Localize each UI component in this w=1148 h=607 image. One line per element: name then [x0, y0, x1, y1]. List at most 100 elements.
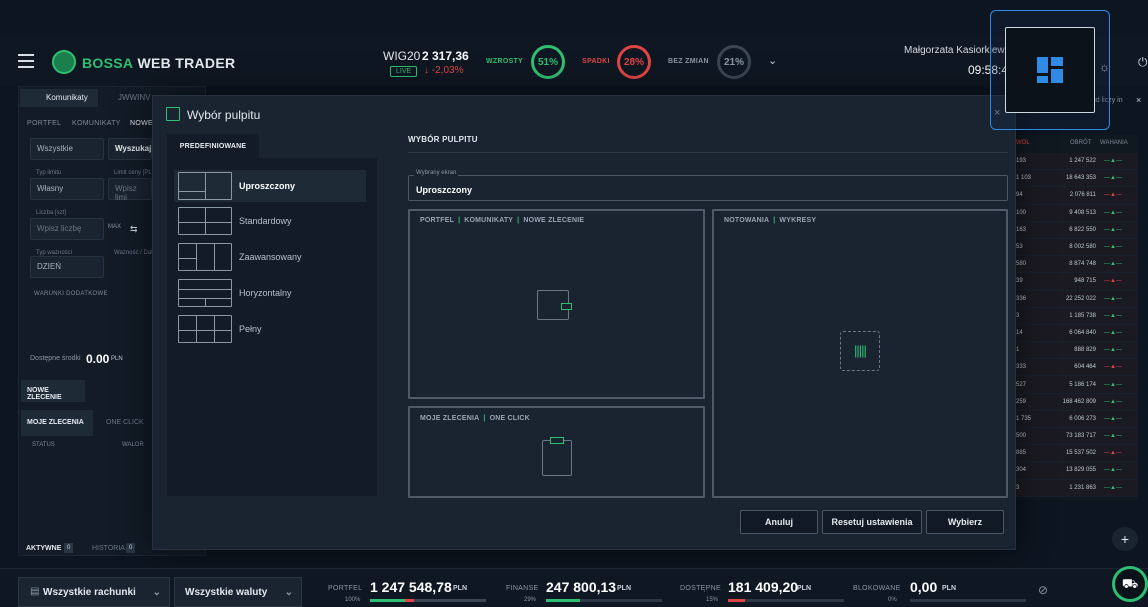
layout-standard-thumb — [178, 207, 232, 235]
layout-option-label: Horyzontalny — [239, 288, 292, 298]
falls-label: SPADKI — [582, 58, 610, 65]
range-icon: —▲— — [1104, 295, 1122, 302]
add-icon[interactable]: + — [1112, 527, 1138, 551]
quotes-rows: 193 1 247 522 —▲— 1 103 18 643 353 —▲— 94 2 076… — [1012, 153, 1138, 497]
quote-row[interactable]: 1 888 829 —▲— — [1012, 342, 1138, 360]
range-icon: —▲— — [1104, 467, 1122, 474]
active-tab[interactable]: AKTYWNE — [26, 545, 61, 552]
selected-screen-field[interactable] — [408, 175, 1008, 201]
range-icon: —▲— — [1104, 226, 1122, 233]
slot1-label: PORTFEL | KOMUNIKATY | NOWE ZLECENIE — [420, 217, 585, 224]
quote-row[interactable]: 336 22 252 022 —▲— — [1012, 290, 1138, 308]
tab-predefined[interactable]: PREDEFINIOWANE — [167, 134, 259, 158]
one-click-tab[interactable]: ONE CLICK — [106, 419, 144, 426]
cart-icon[interactable]: ⛟ — [1112, 566, 1148, 602]
range-icon: —▲— — [1104, 244, 1122, 251]
currencies-select[interactable]: Wszystkie waluty ⌄ — [174, 577, 302, 607]
volume-column[interactable]: WOL — [1016, 140, 1030, 146]
quote-row[interactable]: 580 8 874 748 —▲— — [1012, 256, 1138, 274]
quote-row[interactable]: 14 6 064 840 —▲— — [1012, 324, 1138, 343]
swap-icon[interactable]: ⇆ — [130, 224, 138, 235]
turnover-column[interactable]: OBRÓT — [1070, 140, 1091, 146]
quote-row[interactable]: 527 5 186 174 —▲— — [1012, 376, 1138, 394]
index-name: WIG20 — [383, 49, 421, 63]
hide-eye-icon[interactable]: ⊘ — [1038, 583, 1048, 597]
tab-instrument[interactable]: JWWINV — [118, 93, 150, 102]
layout-option-horizontal[interactable]: Horyzontalny — [174, 277, 366, 309]
limit-input[interactable]: Wpisz limi — [108, 178, 152, 202]
index-value: 2 317,36 — [422, 49, 469, 63]
blocked-bar — [910, 599, 1026, 602]
filter-select[interactable]: Wszystkie — [30, 138, 104, 160]
quote-row[interactable]: 31 231 863 —▲— — [1012, 479, 1138, 497]
choose-button[interactable]: Wybierz — [926, 510, 1004, 534]
quote-row[interactable]: 53 8 002 580 —▲— — [1012, 238, 1138, 257]
cancel-button[interactable]: Anuluj — [740, 510, 818, 534]
new-order-tab[interactable]: NOWE ZLECENIE — [21, 380, 85, 402]
available-value: 0.00 — [86, 352, 110, 366]
available-funds-pct: 15% — [706, 597, 719, 603]
layout-option-advanced[interactable]: Zaawansowany — [174, 241, 366, 273]
quote-row[interactable]: 31 185 738 —▲— — [1012, 307, 1138, 325]
qty-input[interactable]: Wpisz liczbę — [30, 218, 104, 240]
range-icon: —▲— — [1104, 312, 1122, 319]
accounts-select[interactable]: Wszystkie rachunki ⌄ — [18, 577, 170, 607]
brand-title: BOSSA WEB TRADER — [82, 55, 236, 71]
divider — [408, 152, 1008, 153]
layout-option-simple[interactable]: Uproszczony — [174, 170, 366, 202]
my-orders-tab[interactable]: MOJE ZLECENIA — [21, 410, 93, 436]
search-button[interactable]: Wyszukaj — [108, 138, 152, 160]
blocked-label: BLOKOWANE — [853, 585, 901, 592]
type-select[interactable]: Własny — [30, 178, 104, 200]
quote-row[interactable]: 1 103 18 643 353 —▲— — [1012, 170, 1138, 188]
quote-row[interactable]: 100 9 408 513 —▲— — [1012, 204, 1138, 222]
quote-row[interactable]: 1 735 6 006 273 —▲— — [1012, 410, 1138, 428]
layout-full-thumb — [178, 315, 232, 343]
quote-row[interactable]: 94 2 076 811 —▲— — [1012, 187, 1138, 205]
finance-bar — [546, 599, 662, 602]
layout-button[interactable] — [1005, 27, 1095, 113]
quote-row[interactable]: 304 13 829 055 —▲— — [1012, 462, 1138, 480]
range-column[interactable]: WAHANIA — [1100, 140, 1128, 146]
tab-nowe[interactable]: NOWE — [130, 120, 153, 127]
rises-label: WZROSTY — [486, 58, 524, 65]
instrument-column[interactable]: WALOR — [122, 442, 144, 448]
history-tab[interactable]: HISTORIA — [92, 545, 125, 552]
layout-option-standard[interactable]: Standardowy — [174, 205, 366, 237]
tab-komunikaty[interactable]: Komunikaty — [20, 89, 98, 107]
row-turnover: 6 822 550 — [1069, 226, 1096, 233]
row-turnover: 18 643 353 — [1065, 175, 1096, 182]
layout-option-label: Uproszczony — [239, 181, 296, 191]
chevron-down-icon[interactable]: ⌄ — [768, 54, 777, 67]
validity-select[interactable]: DZIEŃ — [30, 256, 104, 278]
additional-conditions[interactable]: WARUNKI DODATKOWE — [34, 291, 108, 297]
quote-row[interactable]: 163 6 822 550 —▲— — [1012, 221, 1138, 239]
reset-settings-button[interactable]: Resetuj ustawienia — [822, 510, 922, 534]
quote-row[interactable]: 885 15 537 502 —▲— — [1012, 445, 1138, 463]
layout-option-full[interactable]: Pełny — [174, 313, 366, 345]
unchanged-ring: 21% — [717, 45, 751, 79]
range-icon: —▲— — [1104, 278, 1122, 285]
blocked-value: 0,00 — [910, 579, 938, 595]
row-turnover: 168 462 809 — [1062, 398, 1096, 405]
slot3-label: MOJE ZLECENIA | ONE CLICK — [420, 415, 530, 422]
history-count: 0 — [126, 543, 136, 553]
max-button[interactable]: MAX — [108, 224, 121, 230]
power-icon[interactable]: ⏻ — [1138, 55, 1148, 70]
status-column[interactable]: STATUS — [32, 442, 55, 448]
quote-row[interactable]: 193 1 247 522 —▲— — [1012, 153, 1138, 171]
menu-icon[interactable] — [18, 54, 34, 68]
row-turnover: 1 185 738 — [1069, 312, 1096, 319]
layout-horizontal-thumb — [178, 279, 232, 307]
wallet-icon — [537, 290, 572, 320]
quote-row[interactable]: 259 168 462 809 —▲— — [1012, 393, 1138, 411]
layout-advanced-thumb — [178, 243, 232, 271]
tab-komunikaty-2[interactable]: KOMUNIKATY — [72, 120, 121, 127]
quote-row[interactable]: 500 73 183 717 —▲— — [1012, 428, 1138, 446]
tab-portfel[interactable]: PORTFEL — [27, 120, 61, 127]
quote-row[interactable]: 39 948 715 —▲— — [1012, 273, 1138, 291]
quote-row[interactable]: 333 604 464 —▲— — [1012, 359, 1138, 377]
row-turnover: 5 186 174 — [1069, 381, 1096, 388]
close-icon[interactable]: × — [1136, 95, 1141, 105]
range-icon: —▲— — [1104, 364, 1122, 371]
